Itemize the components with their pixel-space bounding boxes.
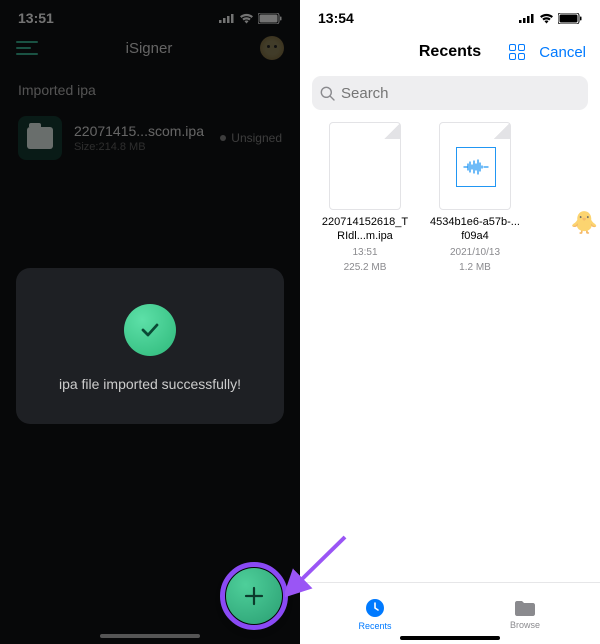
- file-size: 1.2 MB: [430, 261, 520, 274]
- file-time: 2021/10/13: [430, 246, 520, 259]
- nav-bar: iSigner: [0, 30, 300, 66]
- menu-icon[interactable]: [16, 41, 38, 55]
- wifi-icon: [239, 13, 254, 24]
- section-title: Imported ipa: [0, 66, 300, 108]
- clock-icon: [364, 597, 386, 619]
- file-status: Unsigned: [220, 131, 282, 145]
- search-input[interactable]: [341, 85, 580, 102]
- status-time: 13:54: [318, 10, 354, 26]
- file-size: 225.2 MB: [320, 261, 410, 274]
- emoji-sticker: 🐥: [571, 210, 598, 236]
- file-size: Size:214.8 MB: [74, 141, 208, 153]
- home-indicator: [400, 636, 500, 640]
- signal-icon: [519, 13, 535, 23]
- isigner-screen: 13:51 iSigner Imported ipa 22071415...sc…: [0, 0, 300, 644]
- status-time: 13:51: [18, 10, 54, 26]
- file-time: 13:51: [320, 246, 410, 259]
- cancel-button[interactable]: Cancel: [539, 44, 586, 61]
- battery-icon: [558, 13, 582, 24]
- file-name: 220714152618_TRIdl...m.ipa: [320, 216, 410, 244]
- battery-icon: [258, 13, 282, 24]
- waveform-icon: [463, 159, 489, 175]
- page-title: Recents: [419, 43, 481, 61]
- view-grid-icon[interactable]: [509, 44, 525, 60]
- tab-browse[interactable]: Browse: [450, 583, 600, 644]
- file-name: 4534b1e6-a57b-...f09a4: [430, 216, 520, 244]
- file-grid: 220714152618_TRIdl...m.ipa 13:51 225.2 M…: [300, 122, 600, 274]
- audio-document-icon: [439, 122, 511, 210]
- status-bar: 13:51: [0, 0, 300, 30]
- file-name: 22071415...scom.ipa: [74, 123, 208, 139]
- profile-avatar[interactable]: [260, 36, 284, 60]
- add-button[interactable]: [226, 568, 282, 624]
- file-item[interactable]: 220714152618_TRIdl...m.ipa 13:51 225.2 M…: [320, 122, 410, 274]
- wifi-icon: [539, 13, 554, 24]
- search-icon: [320, 86, 335, 101]
- tab-bar: Recents Browse: [300, 582, 600, 644]
- page-title: iSigner: [38, 40, 260, 57]
- folder-icon: [513, 598, 537, 618]
- checkmark-icon: [124, 304, 176, 356]
- file-icon: [18, 116, 62, 160]
- status-dot-icon: [220, 135, 226, 141]
- signal-icon: [219, 13, 235, 23]
- status-bar: 13:54: [300, 0, 600, 30]
- status-icons: [219, 13, 282, 24]
- tab-recents[interactable]: Recents: [300, 583, 450, 644]
- status-icons: [519, 13, 582, 24]
- file-item[interactable]: 4534b1e6-a57b-...f09a4 2021/10/13 1.2 MB: [430, 122, 520, 274]
- imported-file-row[interactable]: 22071415...scom.ipa Size:214.8 MB Unsign…: [0, 108, 300, 168]
- files-picker-screen: 13:54 Recents Cancel 220714152618_TRIdl.…: [300, 0, 600, 644]
- document-icon: [329, 122, 401, 210]
- nav-bar: Recents Cancel: [300, 30, 600, 70]
- success-toast: ipa file imported successfully!: [16, 268, 284, 424]
- highlight-ring: [220, 562, 288, 630]
- search-bar[interactable]: [312, 76, 588, 110]
- home-indicator: [100, 634, 200, 638]
- toast-message: ipa file imported successfully!: [36, 376, 264, 392]
